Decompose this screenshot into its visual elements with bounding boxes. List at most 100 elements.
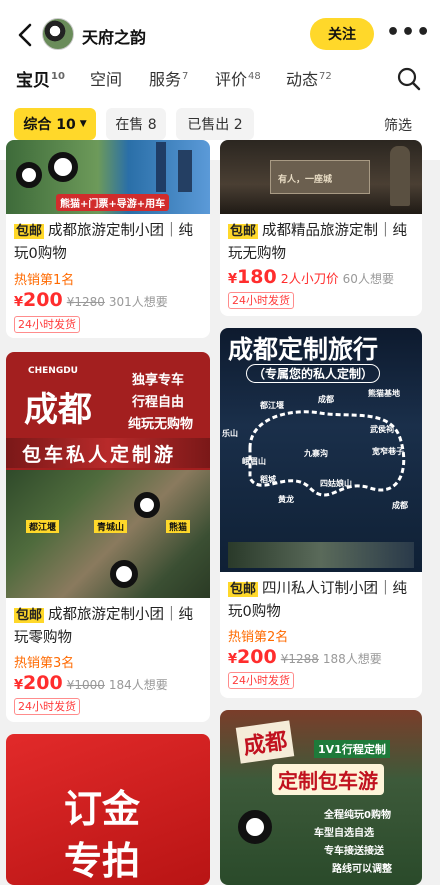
back-icon[interactable] — [14, 22, 38, 48]
tab-bar: 宝贝10 空间 服务7 评价48 动态72 — [0, 66, 440, 97]
image-text-small: CHENGDU — [28, 366, 78, 376]
shop-header: 天府之韵 关注 ••• 宝贝10 空间 服务7 评价48 动态72 综合 10 ▼… — [0, 0, 440, 160]
filter-sold-chip[interactable]: 已售出 2 — [176, 108, 254, 140]
route-place: 峨眉山 — [242, 457, 266, 466]
image-banner: 熊猫+门票+导游+用车 — [56, 194, 170, 211]
price-row: ¥180 2人小刀价 60人想要 — [228, 266, 394, 288]
route-place: 九寨沟 — [304, 449, 328, 458]
free-shipping-tag: 包邮 — [228, 582, 259, 597]
product-card[interactable]: 成都定制旅行 （专属您的私人定制） 都江堰 成都 熊猫基地 武侯祠 乐山 宽窄巷… — [220, 328, 422, 698]
active-tab-indicator — [16, 91, 52, 97]
chip-label: 综合 10 — [23, 117, 76, 133]
product-title: 包邮 成都精品旅游定制｜纯玩无购物 — [228, 223, 408, 262]
image-bullet: 车型自选自选 — [314, 828, 374, 839]
product-image: CHENGDU 成都 独享专车 行程自由 纯玩无购物 包车私人定制游 都江堰 青… — [6, 352, 210, 598]
currency-symbol: ¥ — [14, 678, 24, 693]
image-city: 成都 — [24, 390, 92, 430]
search-icon[interactable] — [396, 66, 422, 92]
original-price: ¥1000 — [66, 678, 105, 692]
shop-name[interactable]: 天府之韵 — [82, 24, 146, 48]
promo-text: 2人小刀价 — [280, 271, 339, 286]
tower-graphic — [156, 142, 166, 192]
more-icon[interactable]: ••• — [386, 20, 430, 50]
price: 200 — [237, 646, 277, 668]
want-count: 184人想要 — [108, 678, 168, 692]
tab-count: 10 — [51, 71, 65, 83]
want-count: 188人想要 — [322, 652, 382, 666]
image-title: 成都定制旅行 — [228, 335, 379, 364]
image-bullet: 路线可以调整 — [332, 864, 392, 875]
filter-button[interactable]: 筛选 — [384, 115, 412, 135]
tower-graphic — [178, 150, 192, 192]
panda-graphic — [134, 492, 160, 518]
price-row: ¥200 ¥1280 301人想要 — [14, 289, 168, 311]
product-card[interactable]: 有人，一座城 包邮 成都精品旅游定制｜纯玩无购物 ¥180 2人小刀价 60人想要 2… — [220, 140, 422, 316]
thumbnail-strip — [228, 542, 414, 568]
price: 200 — [23, 289, 63, 311]
tab-label: 空间 — [90, 70, 123, 89]
tab-space[interactable]: 空间 — [90, 66, 122, 90]
shipping-badge: 24小时发货 — [228, 292, 294, 309]
scenery-collage — [6, 470, 210, 598]
chip-label: 在售 8 — [115, 117, 157, 133]
image-bullet: 全程纯玩0购物 — [324, 810, 391, 821]
image-line: 纯玩无购物 — [128, 417, 194, 432]
follow-button[interactable]: 关注 — [310, 18, 374, 50]
caret-down-icon: ▼ — [79, 119, 87, 129]
route-place: 武侯祠 — [370, 425, 394, 434]
image-subtitle: （专属您的私人定制） — [246, 364, 381, 383]
product-card[interactable]: CHENGDU 成都 独享专车 行程自由 纯玩无购物 包车私人定制游 都江堰 青… — [6, 352, 210, 722]
want-count: 60人想要 — [342, 272, 394, 286]
image-line: 独享专车 — [132, 373, 185, 388]
hot-rank: 热销第2名 — [228, 630, 289, 645]
route-place: 黄龙 — [278, 495, 294, 504]
product-title: 包邮 成都旅游定制小团｜纯玩0购物 — [14, 223, 194, 262]
product-image: 有人，一座城 — [220, 140, 422, 214]
tab-services[interactable]: 服务7 — [149, 66, 188, 90]
tab-label: 宝贝 — [16, 71, 50, 91]
want-count: 301人想要 — [108, 295, 168, 309]
product-title: 包邮 四川私人订制小团｜纯玩0购物 — [228, 581, 408, 620]
image-banner: 有人，一座城 — [278, 175, 333, 185]
panda-graphic — [110, 560, 138, 588]
tab-reviews[interactable]: 评价48 — [215, 66, 261, 90]
free-shipping-tag: 包邮 — [14, 224, 45, 239]
free-shipping-tag: 包邮 — [228, 224, 259, 239]
shop-avatar[interactable] — [42, 18, 74, 50]
image-city: 成都 — [235, 720, 295, 764]
tab-feed[interactable]: 动态72 — [286, 66, 332, 90]
route-place: 熊猫基地 — [368, 389, 400, 398]
currency-symbol: ¥ — [228, 652, 238, 667]
filter-all-chip[interactable]: 综合 10 ▼ — [14, 108, 96, 140]
tab-label: 服务 — [149, 70, 182, 89]
route-place: 成都 — [318, 395, 334, 404]
image-line: 行程自由 — [132, 395, 185, 410]
original-price: ¥1288 — [280, 652, 319, 666]
route-place: 成都 — [392, 501, 408, 510]
route-place: 宽窄巷子 — [372, 447, 404, 456]
tab-count: 48 — [248, 70, 261, 82]
product-title: 包邮 成都旅游定制小团｜纯玩零购物 — [14, 607, 194, 646]
shipping-badge: 24小时发货 — [14, 698, 80, 715]
image-label: 青城山 — [94, 520, 128, 533]
price-row: ¥200 ¥1288 188人想要 — [228, 646, 382, 668]
image-banner: 定制包车游 — [272, 764, 384, 795]
product-card[interactable]: 订金 专拍 — [6, 734, 210, 885]
price-row: ¥200 ¥1000 184人想要 — [14, 672, 168, 694]
shipping-badge: 24小时发货 — [14, 316, 80, 333]
tab-label: 动态 — [286, 70, 319, 89]
route-place: 乐山 — [222, 429, 238, 438]
filter-bar: 综合 10 ▼ 在售 8 已售出 2 筛选 — [0, 108, 440, 140]
image-badge: 1V1行程定制 — [314, 740, 390, 758]
free-shipping-tag: 包邮 — [14, 608, 45, 623]
filter-on-sale-chip[interactable]: 在售 8 — [106, 108, 166, 140]
tab-items[interactable]: 宝贝10 — [16, 66, 65, 97]
image-banner: 包车私人定制游 — [22, 444, 177, 466]
route-place: 稻城 — [260, 475, 276, 484]
image-text: 订金 — [64, 786, 141, 831]
product-image: 订金 专拍 — [6, 734, 210, 885]
product-image: 成都定制旅行 （专属您的私人定制） 都江堰 成都 熊猫基地 武侯祠 乐山 宽窄巷… — [220, 328, 422, 572]
product-card[interactable]: 成都 1V1行程定制 定制包车游 全程纯玩0购物 车型自选自选 专车接送接送 路… — [220, 710, 422, 885]
product-card[interactable]: 熊猫+门票+导游+用车 包邮 成都旅游定制小团｜纯玩0购物 热销第1名 ¥200 ¥… — [6, 140, 210, 338]
top-bar: 天府之韵 关注 ••• — [0, 14, 440, 56]
